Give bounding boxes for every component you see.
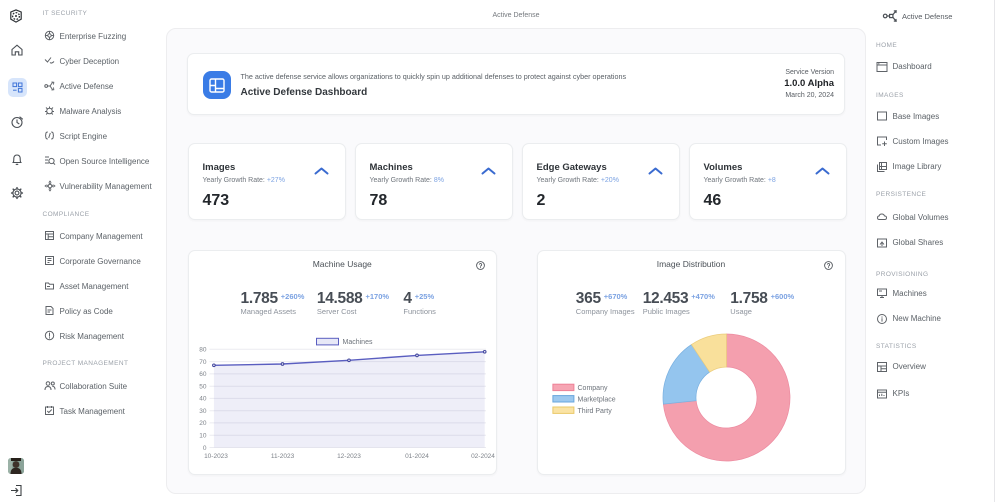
svg-text:Third Party: Third Party	[577, 408, 612, 415]
svg-text:12-2023: 12-2023	[337, 453, 361, 460]
svg-text:80: 80	[199, 347, 207, 354]
svg-text:10-2023: 10-2023	[204, 453, 228, 460]
svg-text:40: 40	[199, 396, 207, 403]
svg-text:01-2024: 01-2024	[405, 453, 429, 460]
svg-text:11-2023: 11-2023	[270, 453, 294, 460]
svg-text:60: 60	[199, 371, 207, 378]
svg-text:Machines: Machines	[342, 339, 372, 346]
svg-text:Marketplace: Marketplace	[577, 396, 615, 403]
svg-text:02-2024: 02-2024	[471, 453, 495, 460]
svg-text:30: 30	[199, 408, 207, 415]
svg-text:50: 50	[199, 384, 207, 391]
svg-text:10: 10	[199, 433, 207, 440]
svg-text:20: 20	[199, 420, 207, 427]
svg-text:70: 70	[199, 359, 207, 366]
svg-text:0: 0	[202, 445, 206, 452]
svg-text:Company: Company	[577, 385, 607, 392]
